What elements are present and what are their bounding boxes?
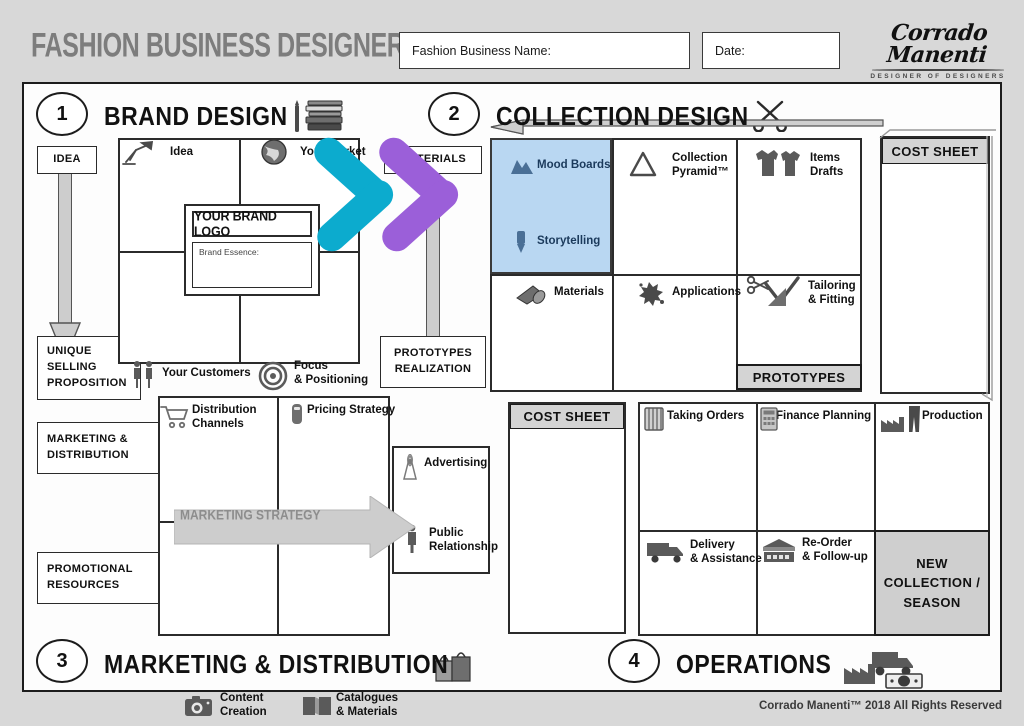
page-title: FASHION BUSINESS DESIGNER: [31, 25, 405, 65]
globe-icon: [261, 139, 287, 165]
new-collection-season-box[interactable]: NEW COLLECTION / SEASON: [874, 530, 990, 636]
purple-chevron-icon: [373, 114, 489, 258]
price-tag-icon: [292, 404, 302, 424]
section-title-3: MARKETING & DISTRIBUTION: [104, 649, 449, 679]
collection-cell-label-items-drafts: Items Drafts: [810, 152, 844, 178]
business-name-label: Fashion Business Name:: [412, 43, 551, 58]
section-title-4: OPERATIONS: [676, 649, 832, 679]
section-number-4: 4: [608, 639, 660, 683]
marketing-cell-label-distribution: Distribution Channels: [192, 404, 257, 430]
desk-lamp-icon: [122, 140, 154, 165]
fabric-roll-icon: [516, 285, 546, 305]
mountains-icon: [511, 160, 533, 174]
footer-copyright: Corrado Manenti™ 2018 All Rights Reserve…: [758, 700, 1002, 712]
logo-signature: Corrado Manenti: [885, 20, 989, 68]
marketing-cell-label-advertising: Advertising: [424, 457, 488, 469]
operations-cell-label-reorder: Re-Order & Follow-up: [802, 537, 868, 563]
scissors-ruler-icon: [746, 276, 800, 306]
factory-trousers-icon: [881, 406, 920, 432]
canvas-frame: 1 BRAND DESIGN 2 COLLECTION DESIGN 3 MAR…: [22, 82, 1002, 718]
prototypes-realization-label: PROTOTYPES REALIZATION: [380, 336, 486, 388]
business-name-field[interactable]: Fashion Business Name:: [399, 32, 690, 69]
cost-sheet-marketing[interactable]: [508, 402, 626, 634]
logo-divider: [872, 69, 1004, 71]
marketing-cell-label-pr: Public Relationship: [429, 527, 499, 553]
marketing-strategy-arrow: [174, 496, 416, 558]
marketing-distribution-label: MARKETING & DISTRIBUTION: [37, 422, 163, 474]
collection-cell-label-pyramid: Collection Pyramid™: [672, 152, 729, 178]
prototypes-badge: PROTOTYPES: [736, 364, 862, 390]
date-field[interactable]: Date:: [702, 32, 840, 69]
logo-tagline: DESIGNER OF DESIGNERS: [870, 72, 1006, 80]
section-title-2: COLLECTION DESIGN: [496, 101, 749, 131]
pen-icon: [517, 231, 525, 253]
collection-cell-label-storytelling: Storytelling: [537, 235, 601, 247]
ledger-icon: [644, 407, 664, 431]
section-title-1: BRAND DESIGN: [104, 101, 288, 131]
brand-cell-label-focus: Focus & Positioning: [294, 360, 369, 386]
factory-truck-money-icon: [844, 652, 923, 689]
promotional-resources-label: PROMOTIONAL RESOURCES: [37, 552, 163, 604]
section-number-1: 1: [36, 92, 88, 136]
operations-cell-label-delivery: Delivery & Assistance: [690, 539, 762, 565]
tshirts-icon: [756, 150, 800, 176]
marketing-cell-label-catalogues: Catalogues & Materials: [336, 692, 398, 718]
calculator-icon: [760, 407, 778, 431]
truck-icon: [647, 543, 683, 563]
target-icon: [258, 361, 288, 391]
antenna-icon: [403, 454, 417, 480]
camera-icon: [185, 696, 212, 716]
marketing-cell-label-pricing: Pricing Strategy: [307, 404, 396, 416]
people-icon: [134, 361, 152, 388]
brand-essence-box[interactable]: Brand Essence:: [192, 242, 312, 288]
book-icon: [303, 697, 331, 715]
operations-cell-label-finance: Finance Planning: [776, 410, 872, 422]
canvas: FASHION BUSINESS DESIGNER Fashion Busine…: [0, 0, 1024, 726]
cost-sheet-marketing-header: COST SHEET: [510, 404, 624, 429]
cost-sheet-stack-decoration: [879, 129, 996, 402]
cart-icon: [160, 406, 189, 429]
collection-cell-label-applications: Applications: [672, 286, 742, 298]
brand-logo: Corrado Manenti DESIGNER OF DESIGNERS: [862, 20, 1014, 80]
section-number-3: 3: [36, 639, 88, 683]
brand-cell-label-idea: Idea: [170, 146, 194, 158]
operations-cell-label-orders: Taking Orders: [667, 410, 745, 422]
splash-icon: [639, 282, 664, 306]
shop-icon: [763, 539, 795, 562]
idea-label: IDEA: [37, 146, 97, 174]
collection-cell-label-mood-boards: Mood Boards: [537, 159, 611, 171]
your-brand-logo-box[interactable]: YOUR BRAND LOGO: [192, 209, 312, 239]
date-label: Date:: [715, 43, 745, 58]
collection-cell-label-materials: Materials: [554, 286, 604, 298]
section-number-2: 2: [428, 92, 480, 136]
marketing-strategy-label: MARKETING STRATEGY: [180, 506, 321, 524]
triangle-icon: [629, 151, 657, 177]
collection-cell-label-tailoring: Tailoring & Fitting: [808, 280, 856, 306]
operations-cell-label-production: Production: [922, 410, 983, 422]
brand-cell-label-customers: Your Customers: [162, 367, 251, 379]
marketing-cell-label-content: Content Creation: [220, 692, 267, 718]
